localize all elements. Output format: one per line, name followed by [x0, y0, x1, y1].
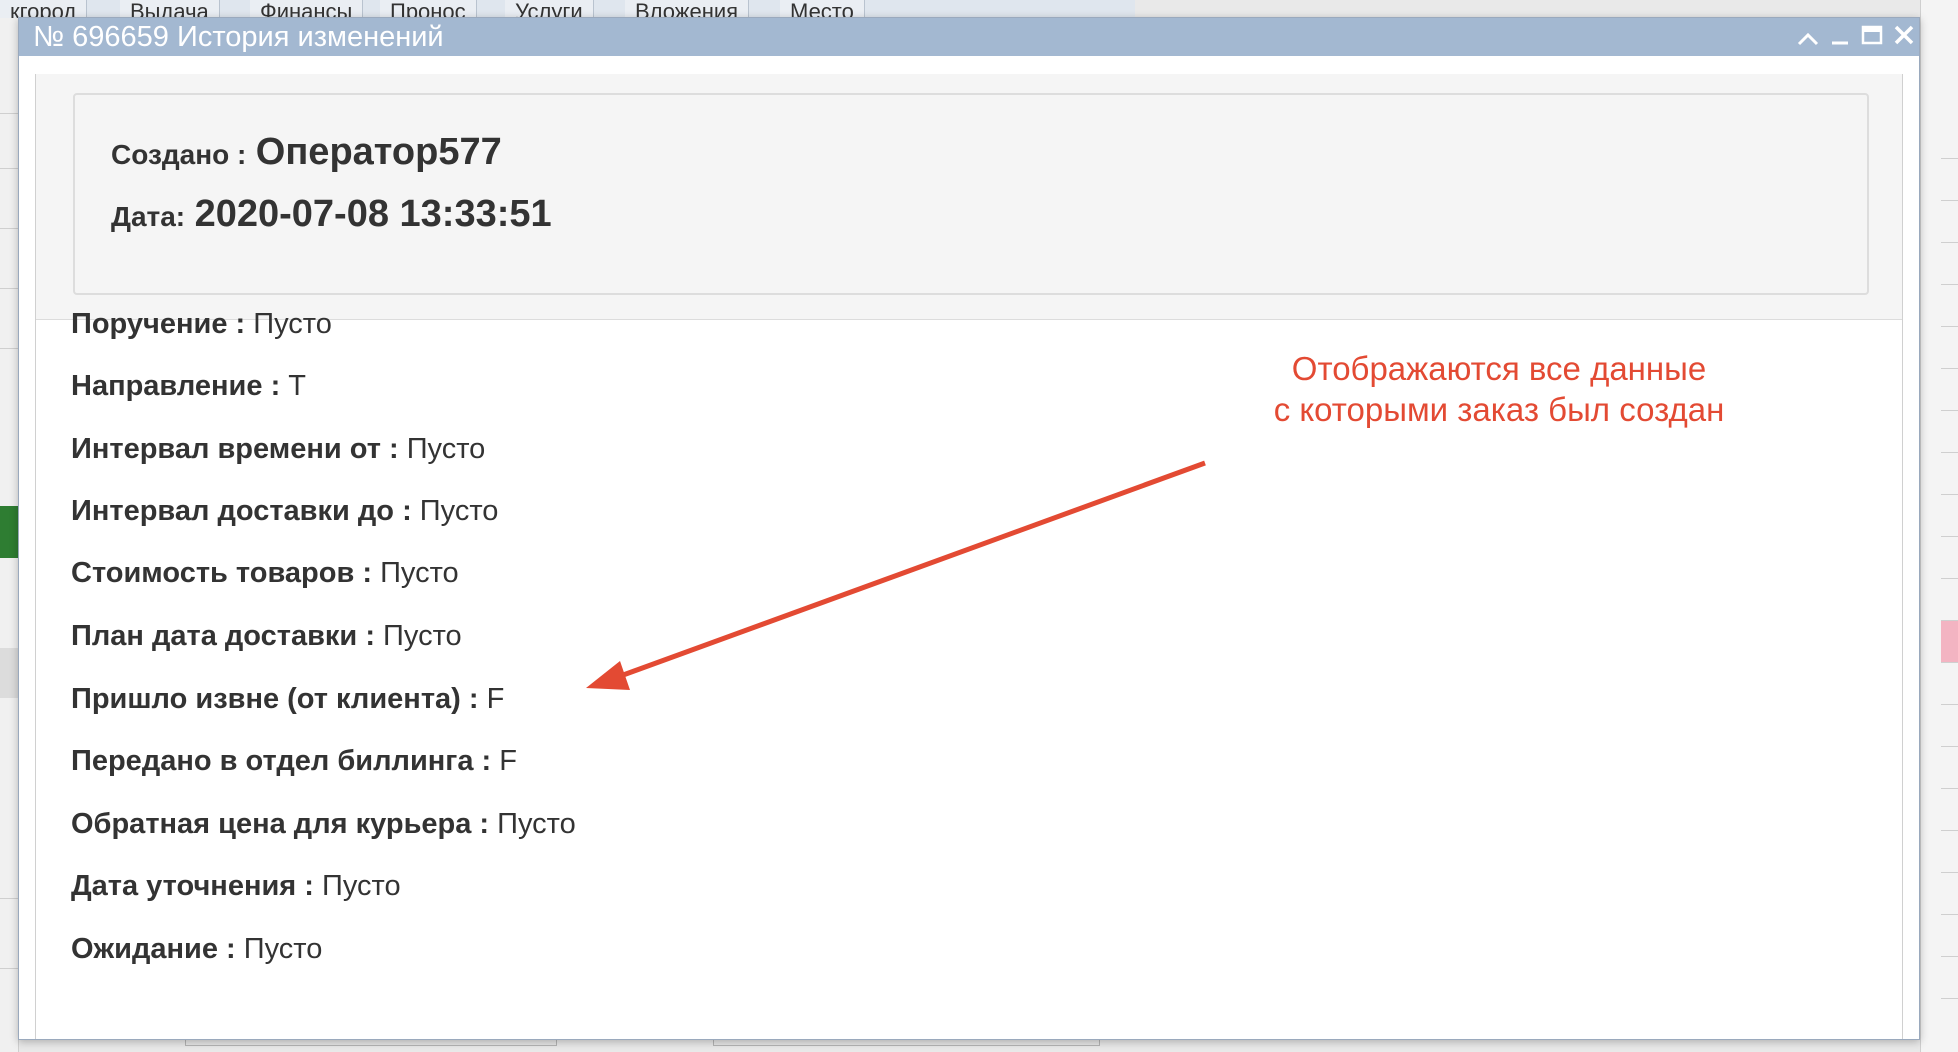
background-tab[interactable]: Место [780, 0, 865, 18]
history-dialog: № 696659 История изменений Создано : Опе… [18, 17, 1920, 1040]
field-row: Интервал времени от : Пусто [71, 433, 485, 466]
field-row: Интервал доставки до : Пусто [71, 495, 498, 528]
field-value: F [486, 683, 505, 715]
field-row: Ожидание : Пусто [71, 933, 322, 966]
field-row: Стоимость товаров : Пусто [71, 557, 459, 590]
field-value: Пусто [380, 557, 459, 589]
close-icon[interactable] [1889, 22, 1919, 52]
background-tab[interactable]: Услуги [505, 0, 594, 18]
field-row: Дата уточнения : Пусто [71, 870, 401, 903]
field-value: Пусто [253, 308, 332, 340]
field-row: Пришло извне (от клиента) : F [71, 683, 504, 716]
dialog-titlebar[interactable]: № 696659 История изменений [19, 18, 1919, 56]
field-row: Обратная цена для курьера : Пусто [71, 808, 576, 841]
field-row: Направление : Т [71, 370, 306, 403]
field-label: Направление : [71, 370, 281, 402]
field-row: План дата доставки : Пусто [71, 620, 462, 653]
created-date-value: 2020-07-08 13:33:51 [194, 193, 552, 235]
background-tab[interactable]: Выдача [120, 0, 220, 18]
field-value: F [499, 745, 517, 777]
field-value: Т [288, 370, 307, 402]
field-row: Передано в отдел биллинга : F [71, 745, 517, 778]
minimize-icon[interactable] [1825, 22, 1855, 52]
created-date-label: Дата: [111, 201, 186, 232]
field-value: Пусто [322, 870, 401, 902]
background-tab[interactable]: Пронос [380, 0, 477, 18]
created-by-value: Оператор577 [255, 131, 502, 173]
field-label: Стоимость товаров : [71, 557, 373, 589]
annotation-line-2: с которыми заказ был создан [1273, 391, 1725, 428]
field-label: Обратная цена для курьера : [71, 808, 490, 840]
field-row: Поручение : Пусто [71, 308, 332, 341]
created-by-label: Создано : [111, 139, 247, 170]
field-value: Пусто [406, 433, 486, 465]
chevron-up-icon[interactable] [1793, 22, 1823, 52]
field-label: Интервал доставки до : [71, 495, 412, 527]
created-date-row: Дата: 2020-07-08 13:33:51 [111, 193, 552, 236]
dialog-title: № 696659 История изменений [33, 21, 444, 53]
field-label: Поручение : [71, 308, 246, 340]
field-label: Ожидание : [71, 933, 236, 965]
annotation-line-1: Отображаются все данные [1291, 350, 1707, 387]
field-label: Интервал времени от : [71, 433, 399, 465]
background-right-panel [1920, 0, 1958, 1052]
background-tab[interactable]: Финансы [250, 0, 364, 18]
background-green-button[interactable] [0, 506, 18, 558]
field-label: Пришло извне (от клиента) : [71, 683, 479, 715]
field-value: Пусто [497, 808, 576, 840]
field-label: Передано в отдел биллинга : [71, 745, 492, 777]
background-tab[interactable]: кгород [0, 0, 88, 18]
maximize-icon[interactable] [1857, 22, 1887, 52]
background-tab[interactable]: Вложения [625, 0, 750, 18]
field-value: Пусто [243, 933, 323, 965]
created-by-row: Создано : Оператор577 [111, 131, 502, 174]
field-label: План дата доставки : [71, 620, 375, 652]
field-value: Пусто [383, 620, 462, 652]
creation-info-section: Создано : Оператор577 Дата: 2020-07-08 1… [36, 74, 1902, 320]
creation-info-card: Создано : Оператор577 Дата: 2020-07-08 1… [73, 93, 1869, 295]
background-left-panel [0, 18, 19, 1052]
field-label: Дата уточнения : [71, 870, 314, 902]
annotation-text: Отображаются все данные с которыми заказ… [1199, 348, 1799, 430]
field-value: Пусто [419, 495, 499, 527]
